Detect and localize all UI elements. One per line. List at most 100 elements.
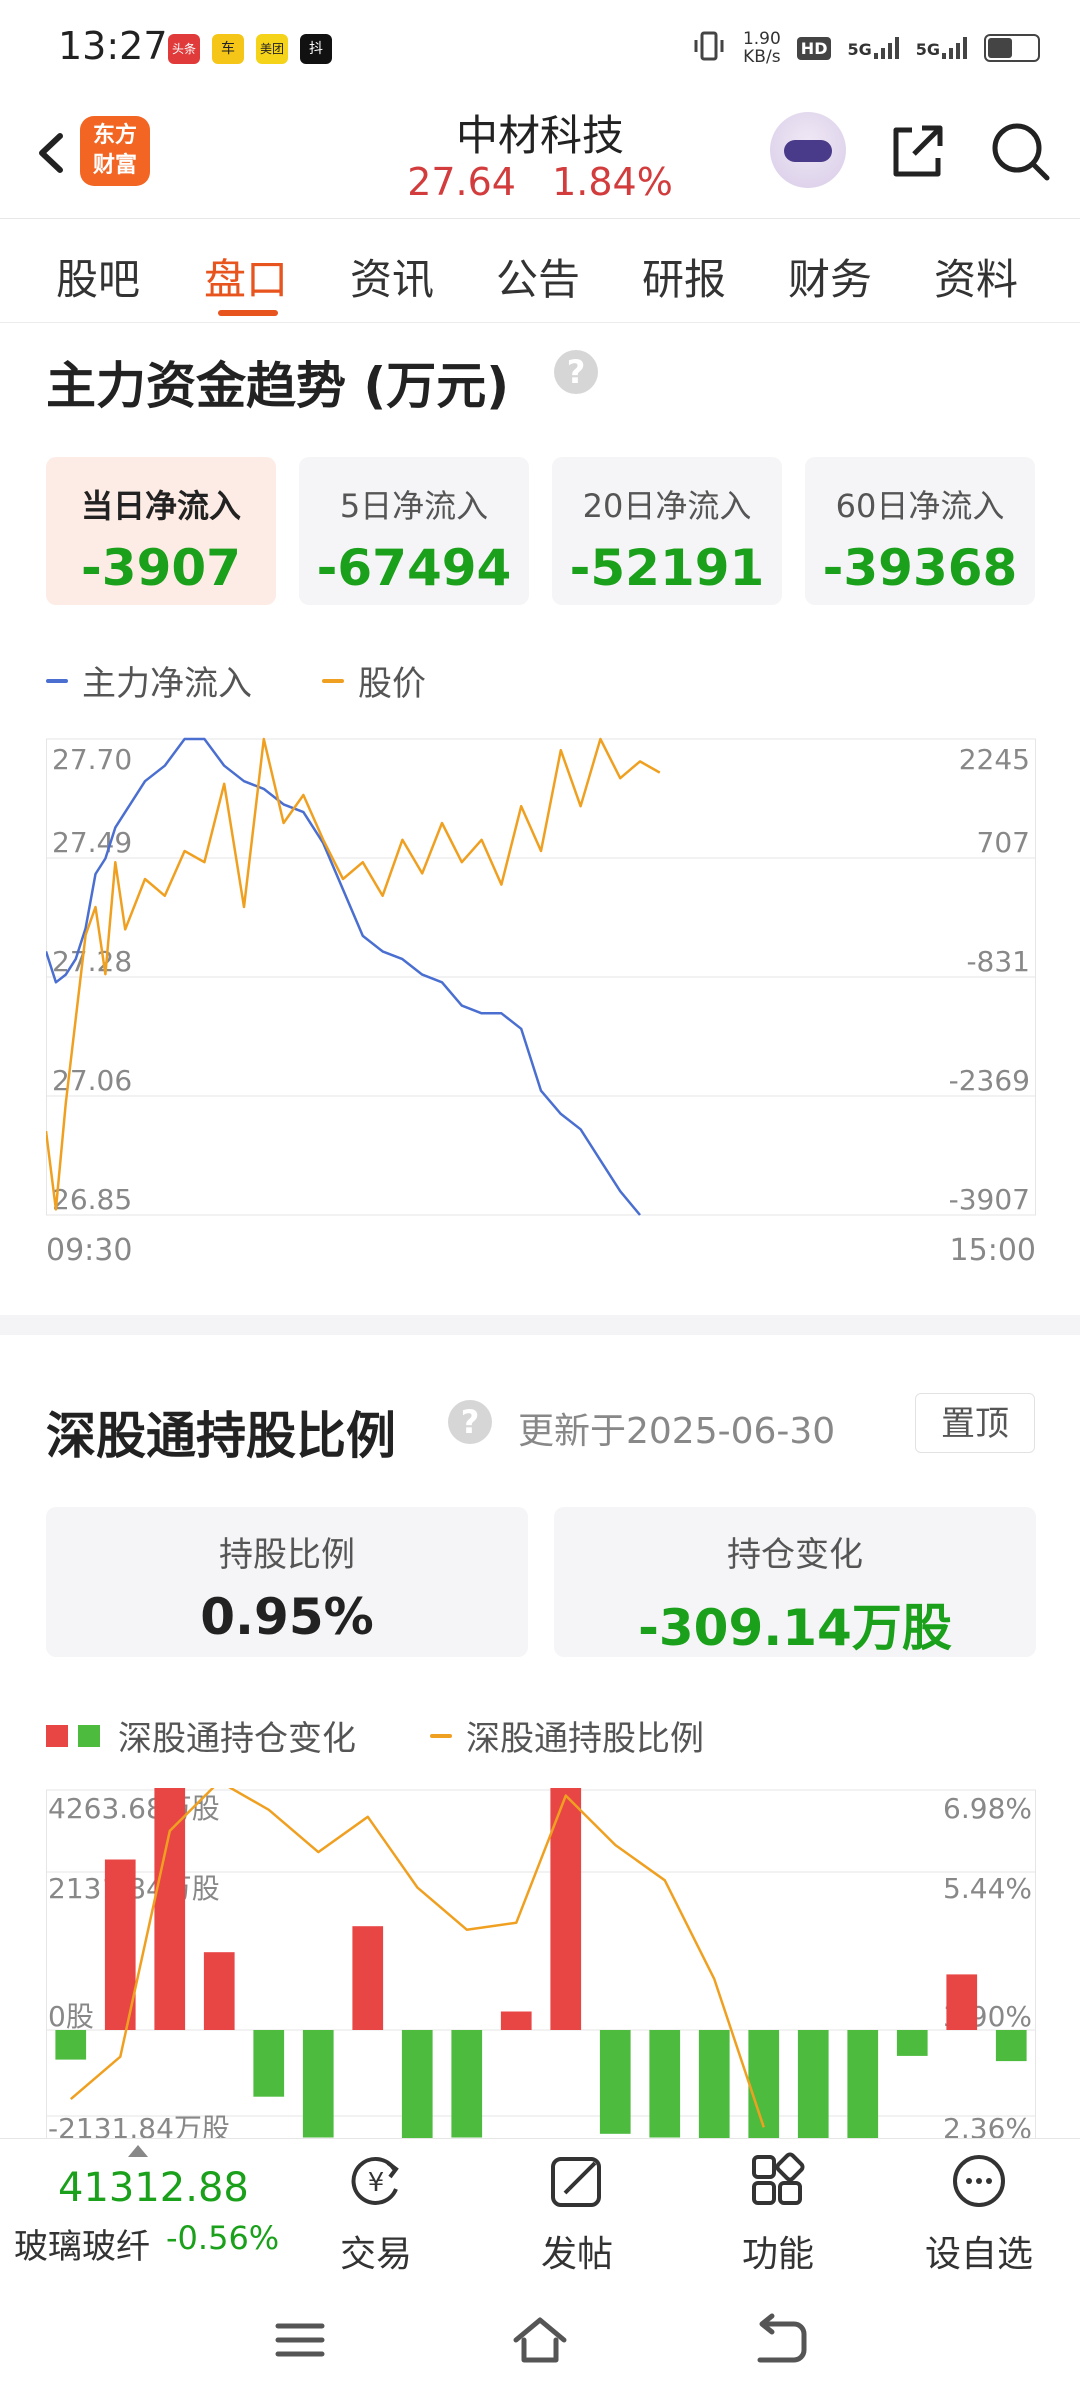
post-label: 发帖 bbox=[540, 2234, 613, 2275]
bar-decrease bbox=[451, 2030, 483, 2138]
back-arrow-icon bbox=[757, 2313, 807, 2363]
sgt-ratio-label: 持股比例 bbox=[219, 1535, 355, 1575]
status-right-group: 1.90 KB/s HD 5G 5G bbox=[691, 26, 1040, 70]
left-axis-tick: -2131.84万股 bbox=[48, 2112, 230, 2138]
x-axis-start-label: 09:30 bbox=[46, 1233, 133, 1268]
tab-guba[interactable]: 股吧 bbox=[56, 246, 140, 307]
right-axis-tick: -3907 bbox=[949, 1183, 1030, 1216]
chart-frame bbox=[46, 1789, 1036, 2138]
net-speed-unit: KB/s bbox=[743, 47, 781, 67]
tab-pankou[interactable]: 盘口 bbox=[204, 246, 288, 307]
post-button[interactable]: 发帖 bbox=[507, 2149, 647, 2277]
battery-icon bbox=[984, 34, 1040, 62]
car-app-icon: 车 bbox=[212, 34, 244, 64]
flow-card-value: -3907 bbox=[81, 539, 241, 597]
sgt-holding-chart-svg: 4263.68万股2131.84万股0股-2131.84万股6.98%5.44%… bbox=[46, 1788, 1036, 2138]
tab-announcement[interactable]: 公告 bbox=[496, 246, 580, 307]
flow-card-today[interactable]: 当日净流入 -3907 bbox=[46, 457, 276, 605]
bar-decrease bbox=[847, 2030, 879, 2138]
bar-decrease bbox=[748, 2030, 780, 2138]
status-time: 13:27 bbox=[58, 24, 168, 68]
sgt-change-card: 持仓变化 -309.14万股 bbox=[554, 1507, 1036, 1657]
net-speed: 1.90 KB/s bbox=[743, 30, 781, 66]
legend-main-flow: 主力净流入 bbox=[46, 656, 252, 705]
sgt-holding-chart[interactable]: 4263.68万股2131.84万股0股-2131.84万股6.98%5.44%… bbox=[46, 1788, 1036, 2138]
bar-increase bbox=[203, 1952, 235, 2030]
stock-price: 27.64 bbox=[407, 160, 516, 204]
flow-card-label: 当日净流入 bbox=[80, 487, 241, 525]
flow-card-60d[interactable]: 60日净流入 -39368 bbox=[805, 457, 1035, 605]
bar-decrease bbox=[302, 2030, 334, 2138]
legend-swatch bbox=[430, 1733, 452, 1738]
capital-flow-chart-svg: 27.70 27.49 27.28 27.06 26.85 2245 707 -831 -236… bbox=[44, 737, 1036, 1216]
bar-decrease bbox=[896, 2030, 928, 2056]
legend-label: 深股通持股比例 bbox=[466, 1719, 704, 1759]
flow-card-label: 20日净流入 bbox=[582, 487, 752, 525]
trade-yuan-icon: ¥ bbox=[351, 2156, 399, 2205]
bar-decrease bbox=[55, 2030, 87, 2060]
grid-apps-icon bbox=[752, 2152, 805, 2205]
bar-increase bbox=[154, 1788, 186, 2030]
trade-button[interactable]: ¥ 交易 bbox=[306, 2149, 446, 2277]
sgt-ratio-value: 0.95% bbox=[200, 1588, 374, 1646]
flow-card-20d[interactable]: 20日净流入 -52191 bbox=[552, 457, 782, 605]
signal-bars-icon bbox=[873, 37, 899, 59]
help-icon[interactable]: ? bbox=[554, 350, 598, 394]
stock-change-pct: 1.84% bbox=[552, 160, 673, 204]
sector-index-change: -0.56% bbox=[166, 2219, 280, 2257]
bar-increase bbox=[352, 1926, 384, 2030]
function-label: 功能 bbox=[741, 2234, 814, 2275]
tab-research[interactable]: 研报 bbox=[642, 246, 726, 307]
legend-price: 股价 bbox=[322, 656, 426, 705]
capital-flow-chart[interactable]: 27.70 27.49 27.28 27.06 26.85 2245 707 -831 -236… bbox=[44, 737, 1036, 1277]
flow-card-5d[interactable]: 5日净流入 -67494 bbox=[299, 457, 529, 605]
ai-assistant-avatar[interactable] bbox=[770, 112, 846, 188]
sgt-title: 深股通持股比例 bbox=[46, 1407, 396, 1465]
flow-card-value: -39368 bbox=[822, 539, 1018, 597]
legend-swatch-down bbox=[78, 1724, 100, 1747]
legend-label: 股价 bbox=[358, 664, 426, 704]
left-axis-tick: 26.85 bbox=[52, 1183, 132, 1216]
toutiao-app-icon: 头条 bbox=[168, 34, 200, 64]
bar-increase bbox=[946, 1974, 978, 2030]
share-button[interactable] bbox=[882, 116, 952, 186]
add-watchlist-button[interactable]: 设自选 bbox=[909, 2149, 1049, 2277]
right-axis-tick: 2245 bbox=[959, 743, 1030, 776]
menu-button[interactable] bbox=[270, 2310, 330, 2370]
flow-card-value: -67494 bbox=[316, 539, 512, 597]
function-button[interactable]: 功能 bbox=[708, 2149, 848, 2277]
left-axis-tick: 27.70 bbox=[52, 743, 132, 776]
signal-2: 5G bbox=[916, 37, 968, 59]
right-axis-tick: 6.98% bbox=[943, 1792, 1032, 1825]
right-axis-tick: 2.36% bbox=[943, 2112, 1032, 2138]
sgt-ratio-card: 持股比例 0.95% bbox=[46, 1507, 528, 1657]
bar-decrease bbox=[797, 2030, 829, 2138]
legend-swatch-up bbox=[46, 1724, 68, 1747]
douyin-app-icon: 抖 bbox=[300, 34, 332, 64]
home-icon bbox=[513, 2317, 567, 2363]
bar-decrease bbox=[401, 2030, 433, 2138]
section-divider bbox=[0, 1315, 1080, 1335]
status-bar: 13:27 头条 车 美团 抖 1.90 KB/s HD 5G 5G bbox=[0, 0, 1080, 96]
signal-bars-icon bbox=[942, 37, 967, 59]
back-nav-button[interactable] bbox=[750, 2310, 810, 2370]
legend-sgt-change: 深股通持仓变化 bbox=[46, 1711, 356, 1760]
left-axis-tick: 4263.68万股 bbox=[48, 1792, 220, 1825]
tab-profile[interactable]: 资料 bbox=[934, 246, 1018, 307]
menu-icon bbox=[275, 2323, 325, 2357]
svg-text:¥: ¥ bbox=[368, 2168, 385, 2198]
sector-index-name: 玻璃玻纤 bbox=[14, 2227, 150, 2267]
help-icon[interactable]: ? bbox=[448, 1400, 492, 1444]
home-button[interactable] bbox=[510, 2310, 570, 2370]
price-line bbox=[44, 737, 661, 1211]
net-speed-value: 1.90 bbox=[742, 29, 781, 49]
tab-finance[interactable]: 财务 bbox=[788, 246, 872, 307]
bar-decrease bbox=[599, 2030, 631, 2134]
search-button[interactable] bbox=[985, 116, 1055, 186]
legend-sgt-ratio: 深股通持股比例 bbox=[430, 1711, 704, 1760]
pin-top-button[interactable]: 置顶 bbox=[915, 1393, 1035, 1453]
legend-label: 主力净流入 bbox=[82, 664, 252, 704]
stock-header: 东方 财富 中材科技 27.64 1.84% bbox=[0, 96, 1080, 219]
tab-news[interactable]: 资讯 bbox=[350, 246, 434, 307]
system-nav-bar bbox=[0, 2274, 1080, 2400]
